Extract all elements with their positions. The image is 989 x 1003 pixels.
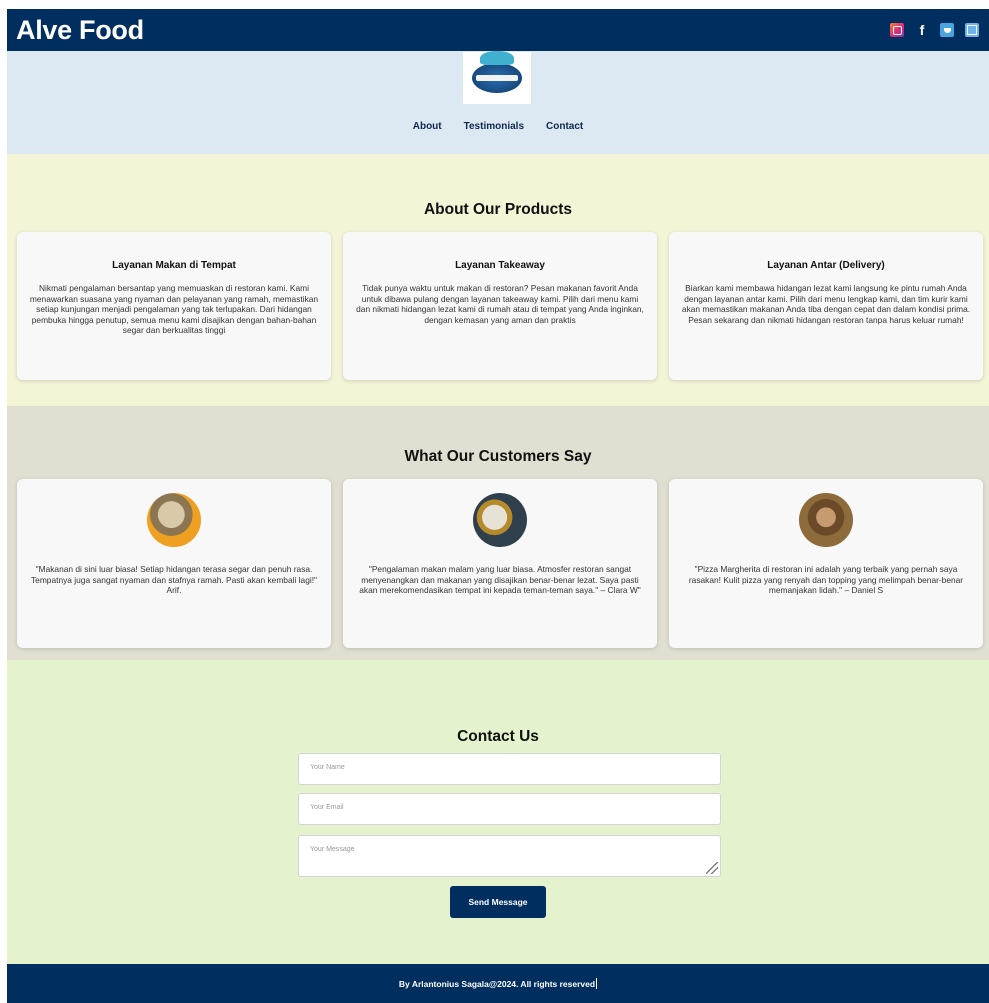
brand-title[interactable]: Alve Food xyxy=(16,15,144,46)
product-card-title: Layanan Makan di Tempat xyxy=(112,260,236,271)
product-card: Layanan Antar (Delivery) Biarkan kami me… xyxy=(669,232,983,380)
main-nav: About Testimonials Contact xyxy=(7,121,989,132)
footer-text: By Arlantonius Sagala@2024. All rights r… xyxy=(398,978,596,989)
testimonial-cards: "Makanan di sini luar biasa! Setiap hida… xyxy=(17,479,983,648)
testimonial-card: "Pizza Margherita di restoran ini adalah… xyxy=(669,479,983,648)
product-cards: Layanan Makan di Tempat Nikmati pengalam… xyxy=(17,232,983,380)
contact-title: Contact Us xyxy=(457,728,539,745)
product-card-title: Layanan Antar (Delivery) xyxy=(767,260,885,271)
send-message-button[interactable]: Send Message xyxy=(450,886,546,918)
resize-handle-icon[interactable] xyxy=(706,862,718,874)
twitter-icon[interactable] xyxy=(940,23,954,37)
nav-item-testimonials[interactable]: Testimonials xyxy=(464,121,524,132)
about-section: About Our Products Layanan Makan di Temp… xyxy=(7,154,989,406)
email-field[interactable]: Your Email xyxy=(298,793,721,825)
avatar xyxy=(473,493,527,547)
product-card-text: Tidak punya waktu untuk makan di restora… xyxy=(356,283,644,325)
product-card-title: Layanan Takeaway xyxy=(455,260,545,271)
product-card-text: Nikmati pengalaman bersantap yang memuas… xyxy=(29,283,319,335)
text-cursor xyxy=(596,978,598,989)
testimonial-card: "Makanan di sini luar biasa! Setiap hida… xyxy=(17,479,331,648)
message-field[interactable]: Your Message xyxy=(298,835,721,877)
testimonials-title: What Our Customers Say xyxy=(404,448,592,465)
message-placeholder: Your Message xyxy=(310,846,355,853)
top-bar: Alve Food f xyxy=(7,9,989,51)
testimonial-card: "Pengalaman makan malam yang luar biasa.… xyxy=(343,479,657,648)
product-card-text: Biarkan kami membawa hidangan lezat kami… xyxy=(681,283,971,325)
about-title: About Our Products xyxy=(423,201,573,218)
app-icon[interactable] xyxy=(965,23,979,37)
product-card: Layanan Takeaway Tidak punya waktu untuk… xyxy=(343,232,657,380)
testimonials-section: What Our Customers Say "Makanan di sini … xyxy=(7,406,989,660)
testimonial-quote: "Makanan di sini luar biasa! Setiap hida… xyxy=(30,564,318,595)
nav-item-about[interactable]: About xyxy=(413,121,442,132)
navigation-band: About Testimonials Contact xyxy=(7,51,989,154)
testimonial-quote: "Pizza Margherita di restoran ini adalah… xyxy=(688,564,964,595)
logo-emblem-icon xyxy=(472,51,522,93)
footer: By Arlantonius Sagala@2024. All rights r… xyxy=(7,964,989,1003)
page: Alve Food f About Testimonials Contact A… xyxy=(7,9,989,1003)
avatar xyxy=(799,493,853,547)
nav-item-contact[interactable]: Contact xyxy=(546,121,583,132)
contact-section: Contact Us Your Name Your Email Your Mes… xyxy=(7,660,989,964)
instagram-icon[interactable] xyxy=(890,23,904,37)
restaurant-logo[interactable] xyxy=(463,51,531,104)
testimonial-quote: "Pengalaman makan malam yang luar biasa.… xyxy=(359,564,641,595)
avatar xyxy=(147,493,201,547)
name-field[interactable]: Your Name xyxy=(298,753,721,785)
product-card: Layanan Makan di Tempat Nikmati pengalam… xyxy=(17,232,331,380)
social-links: f xyxy=(890,22,979,38)
facebook-icon[interactable]: f xyxy=(915,22,929,38)
